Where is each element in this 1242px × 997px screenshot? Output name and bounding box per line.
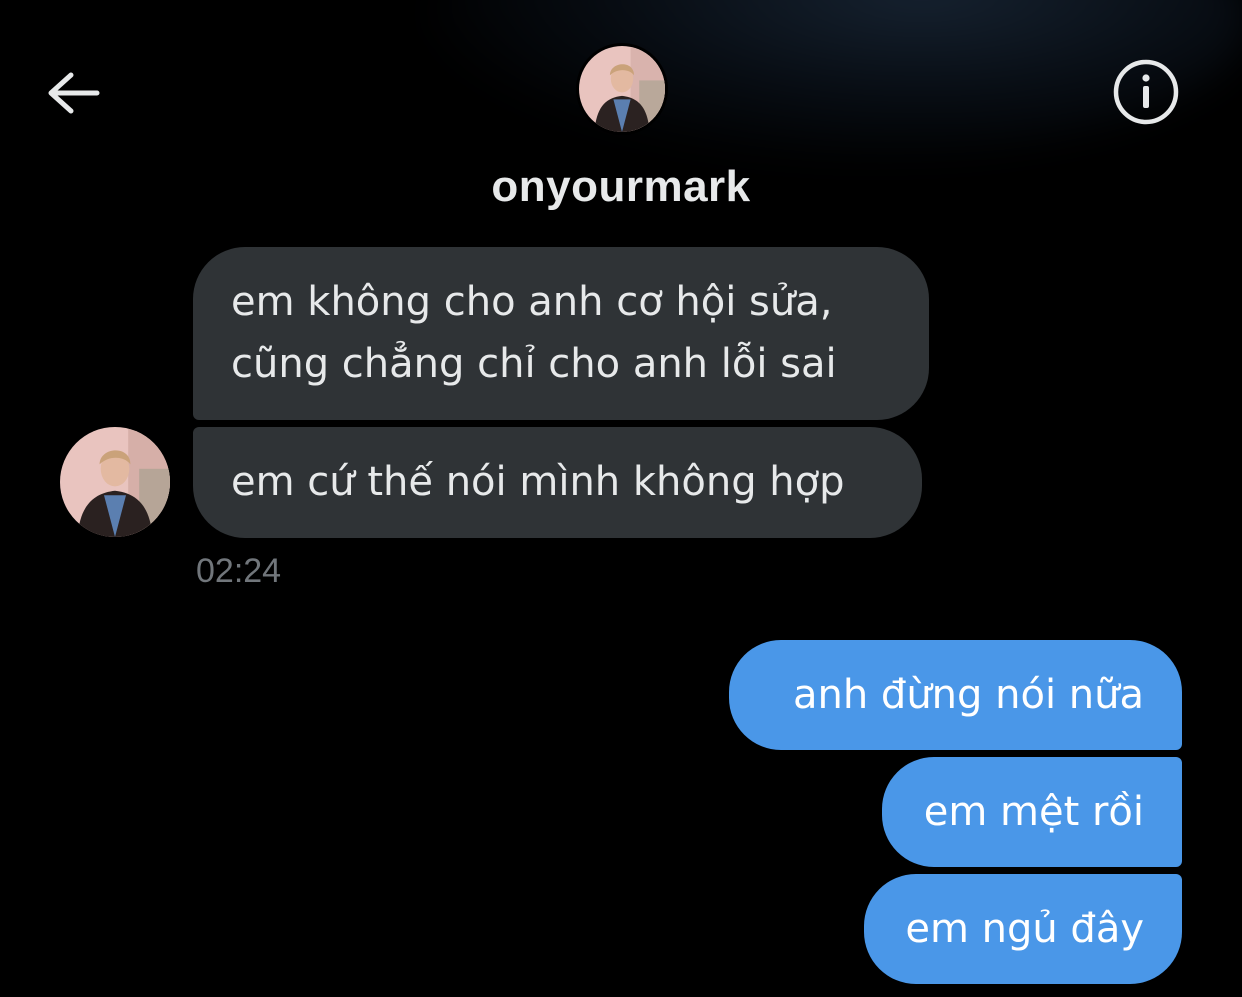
avatar-photo [60,427,170,537]
back-button[interactable] [40,60,106,126]
outgoing-message-bubble[interactable]: em mệt rồi [882,757,1182,867]
message-timestamp: 02:24 [196,552,282,590]
outgoing-message-bubble[interactable]: em ngủ đây [864,874,1182,984]
message-text-line: cũng chẳng chỉ cho anh lỗi sai [231,341,837,387]
message-text-line: em không cho anh cơ hội sửa, [231,279,833,325]
message-text: anh đừng nói nữa [793,672,1144,718]
outgoing-message-bubble[interactable]: anh đừng nói nữa [729,640,1182,750]
message-text: em mệt rồi [923,789,1144,835]
message-text: em ngủ đây [905,906,1144,952]
arrow-left-icon [48,72,100,114]
info-icon [1113,59,1179,125]
avatar-photo [579,46,665,132]
contact-name[interactable]: onyourmark [0,162,1242,212]
sender-avatar[interactable] [60,427,170,537]
info-button[interactable] [1110,56,1182,128]
contact-avatar[interactable] [579,46,665,132]
message-text-line: em cứ thế nói mình không hợp [231,459,845,505]
incoming-message-bubble[interactable]: em cứ thế nói mình không hợp [193,427,922,538]
incoming-message-bubble[interactable]: em không cho anh cơ hội sửa, cũng chẳng … [193,247,929,420]
